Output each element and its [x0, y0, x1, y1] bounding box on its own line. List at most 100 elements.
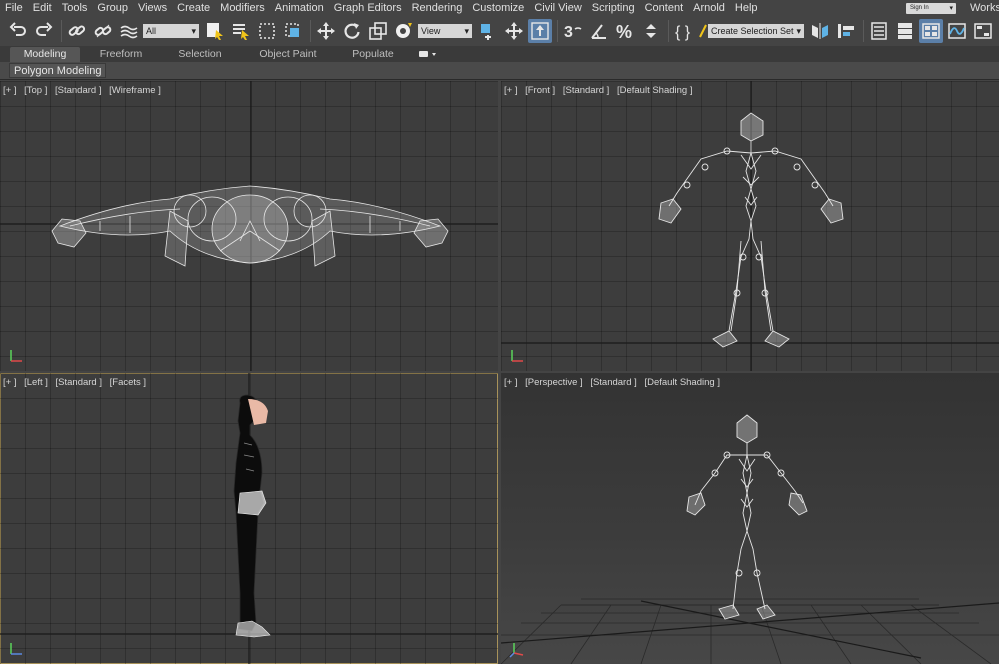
layer-explorer-icon[interactable] [893, 19, 917, 43]
menu-customize[interactable]: Customize [467, 0, 529, 16]
axis-tripod-icon [10, 350, 22, 362]
axis-tripod-icon [10, 643, 22, 655]
menu-tools[interactable]: Tools [57, 0, 93, 16]
edit-named-selection-icon[interactable] [698, 19, 708, 43]
menu-modifiers[interactable]: Modifiers [215, 0, 270, 16]
viewport-view-menu[interactable]: [Top ] [24, 85, 47, 96]
select-object-icon[interactable] [203, 19, 227, 43]
place-icon[interactable] [392, 19, 416, 43]
ribbon-tab-bar: Modeling Freeform Selection Object Paint… [0, 46, 999, 62]
bind-space-warp-icon[interactable] [117, 19, 141, 43]
menu-views[interactable]: Views [133, 0, 172, 16]
viewport-front-label: [+ ] [Front ] [Standard ] [Default Shadi… [504, 85, 698, 96]
viewport-left[interactable]: [+ ] [Left ] [Standard ] [Facets ] [0, 373, 498, 664]
menu-help[interactable]: Help [730, 0, 763, 16]
schematic-view-icon[interactable] [971, 19, 995, 43]
toolbar-separator [863, 20, 864, 42]
front-view-scene [501, 81, 999, 371]
toolbar-separator [557, 20, 558, 42]
viewport-shading-menu[interactable]: [Wireframe ] [109, 85, 161, 96]
align-icon[interactable] [834, 19, 858, 43]
viewport-perspective-label: [+ ] [Perspective ] [Standard ] [Default… [504, 377, 725, 388]
axis-tripod-icon [511, 350, 523, 362]
viewport-mode-menu[interactable]: [Standard ] [590, 377, 636, 388]
curve-editor-icon[interactable] [945, 19, 969, 43]
workspace-label[interactable]: Worksp [970, 0, 999, 16]
svg-text:{ }: { } [675, 24, 691, 41]
pivot-center-icon[interactable] [476, 19, 500, 43]
tab-object-paint[interactable]: Object Paint [248, 47, 328, 62]
viewport-plus-menu[interactable]: [+ ] [504, 377, 517, 388]
menu-edit[interactable]: Edit [28, 0, 57, 16]
percent-snap-icon[interactable]: % [613, 19, 637, 43]
viewport-view-menu[interactable]: [Perspective ] [525, 377, 583, 388]
viewport-plus-menu[interactable]: [+ ] [3, 377, 16, 388]
unlink-icon[interactable] [91, 19, 115, 43]
viewport-shading-menu[interactable]: [Facets ] [110, 377, 146, 388]
menu-rendering[interactable]: Rendering [407, 0, 468, 16]
named-selection-icon[interactable]: { } [672, 19, 696, 43]
menu-arnold[interactable]: Arnold [688, 0, 730, 16]
polygon-modeling-panel[interactable]: Polygon Modeling [9, 63, 107, 78]
keyboard-shortcut-override-icon[interactable] [528, 19, 552, 43]
character-facets-left [233, 394, 271, 638]
snaps-toggle-icon[interactable]: 3 [561, 19, 585, 43]
viewport-mode-menu[interactable]: [Standard ] [563, 85, 609, 96]
spinner-snap-icon[interactable] [639, 19, 663, 43]
ribbon-options-icon[interactable] [416, 47, 442, 62]
ribbon-panel: Polygon Modeling [0, 62, 999, 80]
viewport-shading-menu[interactable]: [Default Shading ] [644, 377, 720, 388]
scene-explorer-icon[interactable] [867, 19, 891, 43]
select-by-name-icon[interactable] [229, 19, 253, 43]
menu-content[interactable]: Content [640, 0, 689, 16]
window-crossing-icon[interactable] [281, 19, 305, 43]
select-manipulate-icon[interactable] [502, 19, 526, 43]
viewport-top-label: [+ ] [Top ] [Standard ] [Wireframe ] [3, 85, 166, 96]
viewport-front[interactable]: [+ ] [Front ] [Standard ] [Default Shadi… [501, 81, 999, 371]
sign-in-dropdown[interactable]: Sign In [906, 3, 956, 14]
redo-icon[interactable] [32, 19, 56, 43]
viewport-shading-menu[interactable]: [Default Shading ] [617, 85, 693, 96]
tab-selection[interactable]: Selection [165, 47, 235, 62]
menu-group[interactable]: Group [92, 0, 133, 16]
menu-file[interactable]: File [0, 0, 28, 16]
tab-modeling[interactable]: Modeling [10, 47, 80, 62]
menu-civil-view[interactable]: Civil View [529, 0, 586, 16]
rotate-icon[interactable] [340, 19, 364, 43]
viewport-view-menu[interactable]: [Front ] [525, 85, 555, 96]
axis-tripod-icon [509, 643, 524, 658]
tab-populate[interactable]: Populate [340, 47, 406, 62]
viewport-perspective[interactable]: [+ ] [Perspective ] [Standard ] [Default… [501, 373, 999, 664]
toolbar-separator [310, 20, 311, 42]
character-bones-perspective [686, 414, 808, 620]
menu-animation[interactable]: Animation [270, 0, 329, 16]
viewport-mode-menu[interactable]: [Standard ] [55, 85, 101, 96]
svg-text:3: 3 [564, 24, 573, 41]
named-selection-dropdown[interactable]: Create Selection Set [708, 24, 804, 38]
main-toolbar: All View 3 % { } [0, 16, 999, 46]
viewport-view-menu[interactable]: [Left ] [24, 377, 48, 388]
menu-create[interactable]: Create [172, 0, 215, 16]
viewport-top[interactable]: [+ ] [Top ] [Standard ] [Wireframe ] [0, 81, 498, 371]
undo-icon[interactable] [6, 19, 30, 43]
tab-freeform[interactable]: Freeform [86, 47, 156, 62]
angle-snap-icon[interactable] [587, 19, 611, 43]
viewport-plus-menu[interactable]: [+ ] [504, 85, 517, 96]
left-view-scene [0, 373, 498, 664]
menu-graph-editors[interactable]: Graph Editors [329, 0, 407, 16]
mirror-icon[interactable] [808, 19, 832, 43]
rectangular-selection-icon[interactable] [255, 19, 279, 43]
selection-filter-dropdown[interactable]: All [143, 24, 199, 38]
reference-coordinate-dropdown[interactable]: View [418, 24, 472, 38]
toolbar-separator [668, 20, 669, 42]
move-icon[interactable] [314, 19, 338, 43]
menu-scripting[interactable]: Scripting [587, 0, 640, 16]
toggle-ribbon-icon[interactable] [919, 19, 943, 43]
link-icon[interactable] [65, 19, 89, 43]
menu-bar: File Edit Tools Group Views Create Modif… [0, 0, 999, 16]
character-wireframe-top [51, 185, 449, 267]
top-view-scene [0, 81, 498, 371]
viewport-plus-menu[interactable]: [+ ] [3, 85, 16, 96]
scale-icon[interactable] [366, 19, 390, 43]
viewport-mode-menu[interactable]: [Standard ] [56, 377, 102, 388]
